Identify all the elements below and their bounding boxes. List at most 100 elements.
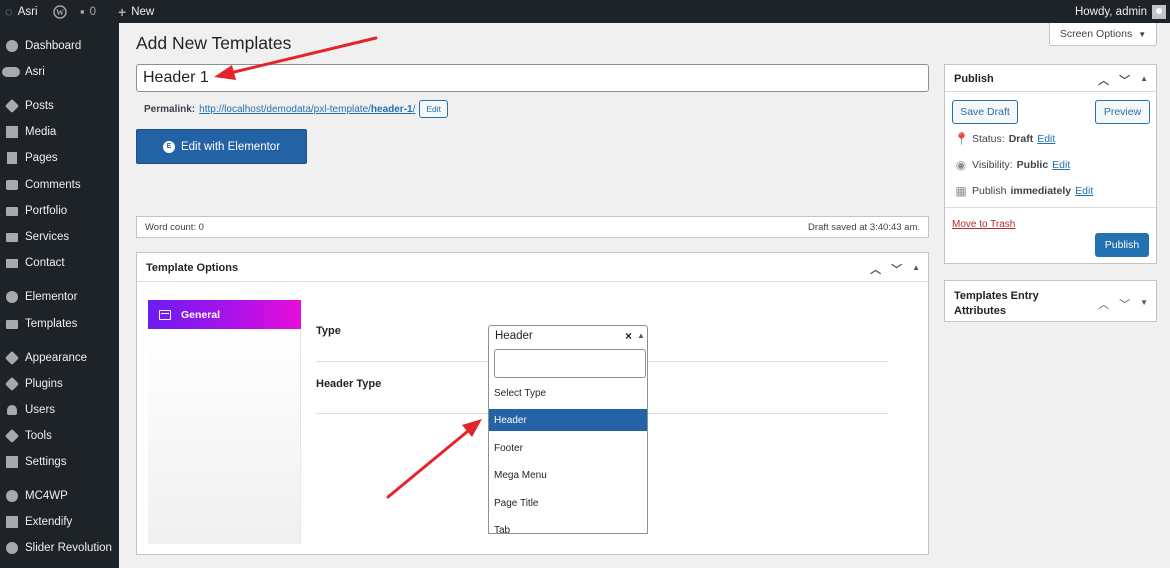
template-options-controls: ︿ ﹀ ▲ [870,261,920,277]
sidebar-item-label: Tools [25,430,52,442]
sidebar-item-services[interactable]: Services [0,225,119,249]
toggle-icon [2,67,20,77]
publish-button[interactable]: Publish [1095,233,1149,257]
site-name: Asri [17,5,38,18]
site-menu[interactable]: ◌ Asri [5,0,38,23]
refresh-icon [5,541,19,555]
sidebar-item-comments[interactable]: Comments [0,173,119,197]
screen-options-button[interactable]: Screen Options ▼ [1049,23,1157,46]
clear-selection-icon[interactable]: × [625,329,632,343]
permalink-link[interactable]: http://localhost/demodata/pxl-template/h… [199,104,415,115]
edit-with-elementor-button[interactable]: E Edit with Elementor [136,129,307,164]
sidebar-item-tools[interactable]: Tools [0,424,119,448]
sidebar-item-extendify[interactable]: Extendify [0,510,119,534]
sidebar-item-label: Media [25,126,57,138]
permalink-label: Permalink: [144,103,196,115]
visibility-edit-link[interactable]: Edit [1052,159,1070,171]
new-label: New [131,5,155,18]
my-account[interactable]: Howdy, admin [1075,0,1166,23]
admin-sidebar: Dashboard Asri Posts Media Pages Comment… [0,23,119,568]
template-attributes-title-line1: Templates Entry [954,290,1039,302]
settings-icon [5,455,19,469]
move-up-icon[interactable]: ︿ [1098,72,1109,88]
sidebar-item-mc4wp[interactable]: MC4WP [0,484,119,508]
post-status-info: Word count: 0 Draft saved at 3:40:43 am. [136,216,929,238]
move-up-icon[interactable]: ︿ [1098,296,1109,312]
move-to-trash-link[interactable]: Move to Trash [952,219,1015,230]
sidebar-item-label: Comments [25,179,81,191]
mc4wp-icon [5,489,19,503]
caret-up-icon: ▲ [637,331,645,340]
option-header[interactable]: Header [489,409,647,431]
sidebar-item-label: Plugins [25,378,63,390]
sidebar-item-appearance[interactable]: Appearance [0,346,119,370]
option-select-type[interactable]: Select Type [489,382,647,404]
publish-date-edit-link[interactable]: Edit [1075,185,1093,197]
move-down-icon[interactable]: ﹀ [1119,296,1130,312]
template-attributes-controls: ︿ ﹀ ▼ [1098,296,1148,312]
folder-icon [5,230,19,244]
media-icon [5,125,19,139]
comments-link[interactable]: ▪ 0 [80,0,96,23]
move-down-icon[interactable]: ﹀ [1119,72,1130,88]
sidebar-item-templates[interactable]: Templates [0,312,119,336]
sidebar-item-pages[interactable]: Pages [0,146,119,170]
publish-controls: ︿ ﹀ ▲ [1098,72,1148,88]
tab-general[interactable]: General [148,300,301,329]
plug-icon [4,376,20,392]
sidebar-item-label: Contact [25,257,65,269]
sidebar-item-dashboard[interactable]: Dashboard [0,34,119,58]
move-up-icon[interactable]: ︿ [870,261,881,277]
page-title: Add New Templates [136,33,292,53]
sidebar-item-slider-revolution[interactable]: Slider Revolution [0,536,119,560]
post-title-input[interactable] [136,64,929,92]
save-draft-button[interactable]: Save Draft [952,100,1018,124]
wordpress-logo-icon[interactable]: W [53,0,67,23]
sidebar-item-media[interactable]: Media [0,120,119,144]
svg-text:W: W [56,8,64,17]
elementor-icon: E [162,140,175,153]
publish-date-label: Publish [972,185,1007,197]
template-options-header: Template Options ︿ ﹀ ▲ [137,253,928,282]
permalink-slug: header-1 [370,103,413,115]
folder-icon [5,204,19,218]
preview-button[interactable]: Preview [1095,100,1150,124]
sidebar-item-label: Portfolio [25,205,68,217]
comments-icon [5,178,19,192]
type-select[interactable]: Header × ▲ [488,325,648,347]
comment-count: 0 [89,5,97,18]
mail-icon [5,256,19,270]
sidebar-item-plugins[interactable]: Plugins [0,372,119,396]
toggle-panel-icon[interactable]: ▼ [1140,298,1148,312]
status-edit-link[interactable]: Edit [1037,133,1055,145]
sidebar-item-posts[interactable]: Posts [0,94,119,118]
sidebar-item-asri[interactable]: Asri [0,60,119,84]
permalink-edit-button[interactable]: Edit [419,100,449,118]
option-tab[interactable]: Tab [489,519,647,534]
template-attributes-box: Templates Entry Attributes ︿ ﹀ ▼ [944,280,1157,322]
sidebar-item-contact[interactable]: Contact [0,251,119,275]
sidebar-item-portfolio[interactable]: Portfolio [0,199,119,223]
option-footer[interactable]: Footer [489,437,647,459]
template-attributes-title-line2: Attributes [954,305,1006,317]
caret-down-icon: ▼ [1138,29,1147,39]
status-value: Draft [1008,133,1034,145]
move-down-icon[interactable]: ﹀ [891,261,902,277]
sidebar-item-settings[interactable]: Settings [0,450,119,474]
option-page-title[interactable]: Page Title [489,492,647,514]
dropdown-search-input[interactable] [494,349,646,378]
toggle-panel-icon[interactable]: ▲ [1140,74,1148,88]
pin-icon [4,98,20,114]
new-content-link[interactable]: + New [118,0,154,23]
window-icon [159,309,171,320]
sidebar-item-label: Appearance [25,352,88,364]
sidebar-item-users[interactable]: Users [0,398,119,422]
type-select-value: Header [495,330,533,342]
admin-bar: ◌ Asri W ▪ 0 + New Howdy, admin [0,0,1170,23]
option-mega-menu[interactable]: Mega Menu [489,464,647,486]
sidebar-item-elementor[interactable]: Elementor [0,285,119,309]
status-label: Status: [972,133,1005,145]
header-type-label: Header Type [316,378,382,390]
publish-date-row: ▦ Publish immediately Edit [954,184,1093,198]
toggle-panel-icon[interactable]: ▲ [912,263,920,277]
